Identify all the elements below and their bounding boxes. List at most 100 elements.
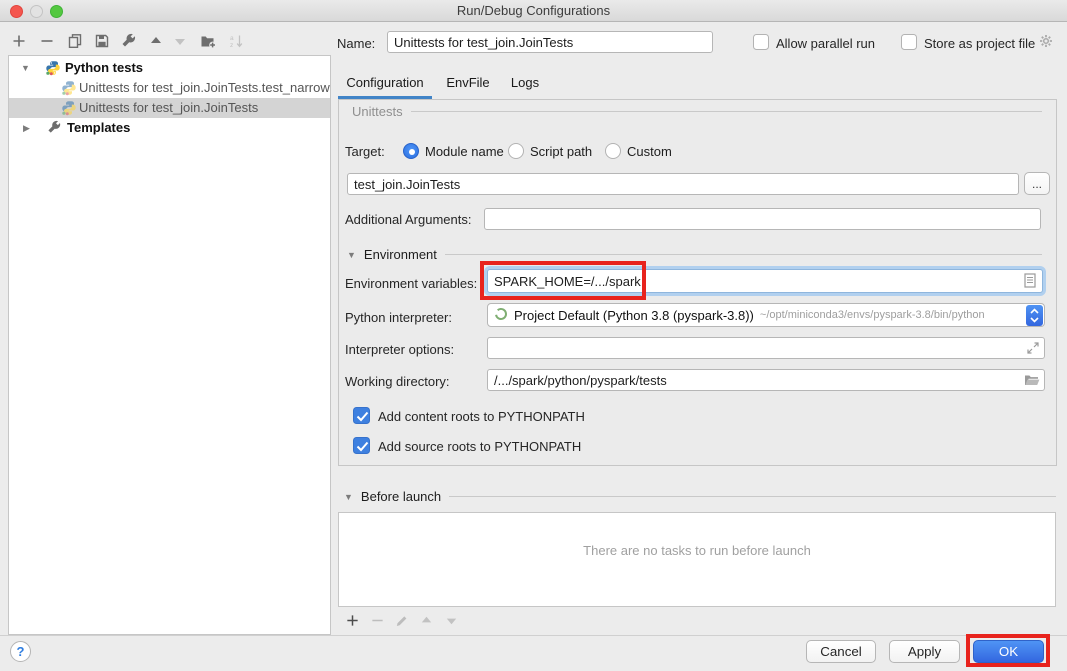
remove-icon (370, 613, 385, 628)
interpreter-path: ~/opt/miniconda3/envs/pyspark-3.8/bin/py… (760, 309, 985, 321)
tab-envfile[interactable]: EnvFile (441, 70, 495, 96)
remove-icon (39, 33, 55, 49)
before-launch-task-list: There are no tasks to run before launch (338, 512, 1056, 607)
tree-item-label: Unittests for test_join.JoinTests (79, 98, 258, 118)
radio-custom-label: Custom (627, 144, 672, 159)
section-divider (445, 254, 1042, 255)
wrench-icon (121, 33, 137, 49)
radio-custom[interactable] (605, 143, 621, 159)
tree-item-templates[interactable]: ▶ Templates (9, 118, 330, 138)
check-icon (356, 441, 369, 452)
before-launch-title: Before launch (361, 489, 441, 504)
edit-variables-icon[interactable] (1024, 273, 1036, 291)
tree-item-label: Templates (67, 118, 130, 138)
expanded-chevron-icon[interactable]: ▼ (21, 58, 30, 78)
add-configuration-button[interactable] (11, 33, 27, 51)
before-launch-edit-button (394, 613, 409, 629)
additional-arguments-label: Additional Arguments: (345, 212, 471, 227)
collapsed-chevron-icon[interactable]: ▶ (23, 118, 30, 138)
configurations-tree: ▼ Python tests Unittests for test_join.J… (8, 55, 331, 635)
allow-parallel-run-checkbox[interactable] (753, 34, 769, 50)
environment-variables-input[interactable] (487, 269, 1043, 293)
new-folder-button[interactable] (200, 33, 216, 51)
cancel-button[interactable]: Cancel (806, 640, 876, 663)
working-directory-label: Working directory: (345, 374, 450, 389)
python-interpreter-label: Python interpreter: (345, 310, 452, 325)
expand-field-icon[interactable] (1026, 341, 1040, 358)
edit-templates-button[interactable] (121, 33, 137, 51)
remove-configuration-button[interactable] (39, 33, 55, 51)
sort-configurations-button: az (228, 33, 244, 51)
environment-section-chevron-icon[interactable]: ▼ (347, 250, 356, 260)
radio-script-path[interactable] (508, 143, 524, 159)
before-launch-move-down-button (444, 613, 459, 629)
allow-parallel-run-label: Allow parallel run (776, 36, 875, 51)
move-down-button (172, 33, 188, 51)
ok-button[interactable]: OK (973, 640, 1044, 663)
module-name-input[interactable] (347, 173, 1019, 195)
radio-script-path-label: Script path (530, 144, 592, 159)
before-launch-remove-button (370, 613, 385, 629)
browse-folder-icon[interactable] (1024, 373, 1040, 390)
before-launch-chevron-icon[interactable]: ▼ (344, 492, 353, 502)
section-divider (449, 496, 1056, 497)
add-icon (11, 33, 27, 49)
target-label: Target: (345, 144, 385, 159)
add-content-roots-checkbox[interactable] (353, 407, 370, 424)
before-launch-move-up-button (419, 613, 434, 629)
interpreter-options-label: Interpreter options: (345, 342, 454, 357)
add-source-roots-checkbox[interactable] (353, 437, 370, 454)
svg-text:z: z (230, 42, 233, 49)
name-label: Name: (337, 36, 375, 51)
copy-configuration-button[interactable] (67, 33, 83, 51)
tree-item-label: Unittests for test_join.JoinTests.test_n… (79, 78, 330, 98)
environment-variables-label: Environment variables: (345, 276, 477, 291)
move-up-icon (419, 613, 434, 628)
additional-arguments-input[interactable] (484, 208, 1041, 230)
gear-icon[interactable] (1038, 33, 1054, 52)
browse-button[interactable]: ... (1024, 172, 1050, 195)
tree-item-test-narrow[interactable]: Unittests for test_join.JoinTests.test_n… (9, 78, 330, 98)
name-input[interactable] (387, 31, 713, 53)
pencil-icon (394, 613, 409, 628)
store-as-project-file-checkbox[interactable] (901, 34, 917, 50)
conda-environment-icon (494, 307, 508, 324)
title-bar: Run/Debug Configurations (0, 0, 1067, 22)
group-divider (411, 111, 1042, 112)
working-directory-input[interactable] (487, 369, 1045, 391)
environment-section-title: Environment (364, 247, 437, 262)
tree-item-jointests-selected[interactable]: Unittests for test_join.JoinTests (9, 98, 330, 118)
tree-item-python-tests[interactable]: ▼ Python tests (9, 58, 330, 78)
move-up-icon (148, 33, 164, 49)
move-down-icon (444, 613, 459, 628)
store-as-project-file-label: Store as project file (924, 36, 1035, 51)
move-down-icon (172, 33, 188, 49)
before-launch-add-button[interactable] (345, 613, 360, 629)
before-launch-empty-text: There are no tasks to run before launch (339, 543, 1055, 558)
add-source-roots-label: Add source roots to PYTHONPATH (378, 439, 581, 454)
save-icon (94, 33, 110, 49)
tab-configuration[interactable]: Configuration (338, 70, 432, 96)
footer-separator (0, 635, 1067, 636)
apply-button[interactable]: Apply (889, 640, 960, 663)
add-content-roots-label: Add content roots to PYTHONPATH (378, 409, 585, 424)
tree-item-label: Python tests (65, 58, 143, 78)
check-icon (356, 411, 369, 422)
help-button[interactable]: ? (10, 641, 31, 662)
svg-text:a: a (230, 35, 234, 42)
unittests-group-label: Unittests (352, 104, 403, 119)
radio-module-name[interactable] (403, 143, 419, 159)
tab-logs[interactable]: Logs (504, 70, 546, 96)
python-interpreter-combobox[interactable]: Project Default (Python 3.8 (pyspark-3.8… (487, 303, 1045, 327)
move-up-button[interactable] (148, 33, 164, 51)
save-configuration-button[interactable] (94, 33, 110, 51)
configuration-options-panel: Unittests Target: Module name Script pat… (338, 99, 1057, 466)
combobox-stepper[interactable] (1026, 305, 1043, 326)
templates-wrench-icon (47, 120, 62, 141)
add-icon (345, 613, 360, 628)
radio-module-name-label: Module name (425, 144, 504, 159)
sort-alphabetically-icon: az (228, 33, 244, 49)
copy-icon (67, 33, 83, 49)
new-folder-icon (200, 33, 216, 49)
interpreter-options-input[interactable] (487, 337, 1045, 359)
